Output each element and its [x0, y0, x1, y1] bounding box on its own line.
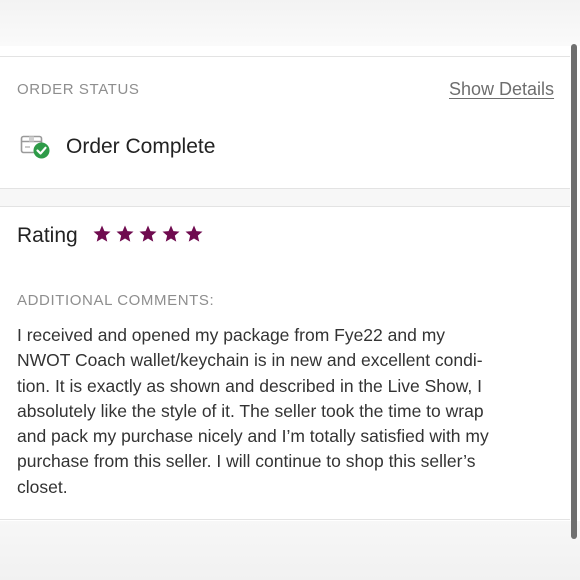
- order-status-text: Order Complete: [66, 135, 216, 158]
- star-icon: [162, 225, 180, 242]
- package-check-icon: [20, 135, 50, 159]
- scrollbar[interactable]: [571, 44, 577, 539]
- section-gap: [0, 189, 570, 206]
- order-status-label: ORDER STATUS: [17, 81, 140, 98]
- star-icon: [185, 225, 203, 242]
- rating-label: Rating: [17, 224, 78, 247]
- bottom-fade: [0, 521, 580, 580]
- star-icon: [93, 225, 111, 242]
- order-review-panel: ORDER STATUS Show Details Order Complete…: [0, 0, 580, 580]
- additional-comments-label: ADDITIONAL COMMENTS:: [17, 292, 215, 309]
- comment-text: I received and opened my package from Fy…: [17, 325, 489, 497]
- rating-stars: [92, 224, 204, 248]
- rating-top-divider: [0, 206, 570, 207]
- bottom-divider: [0, 519, 570, 520]
- show-details-link[interactable]: Show Details: [449, 79, 554, 100]
- top-divider: [0, 56, 570, 57]
- star-icon: [139, 225, 157, 242]
- top-fade: [0, 0, 580, 46]
- star-icon: [116, 225, 134, 242]
